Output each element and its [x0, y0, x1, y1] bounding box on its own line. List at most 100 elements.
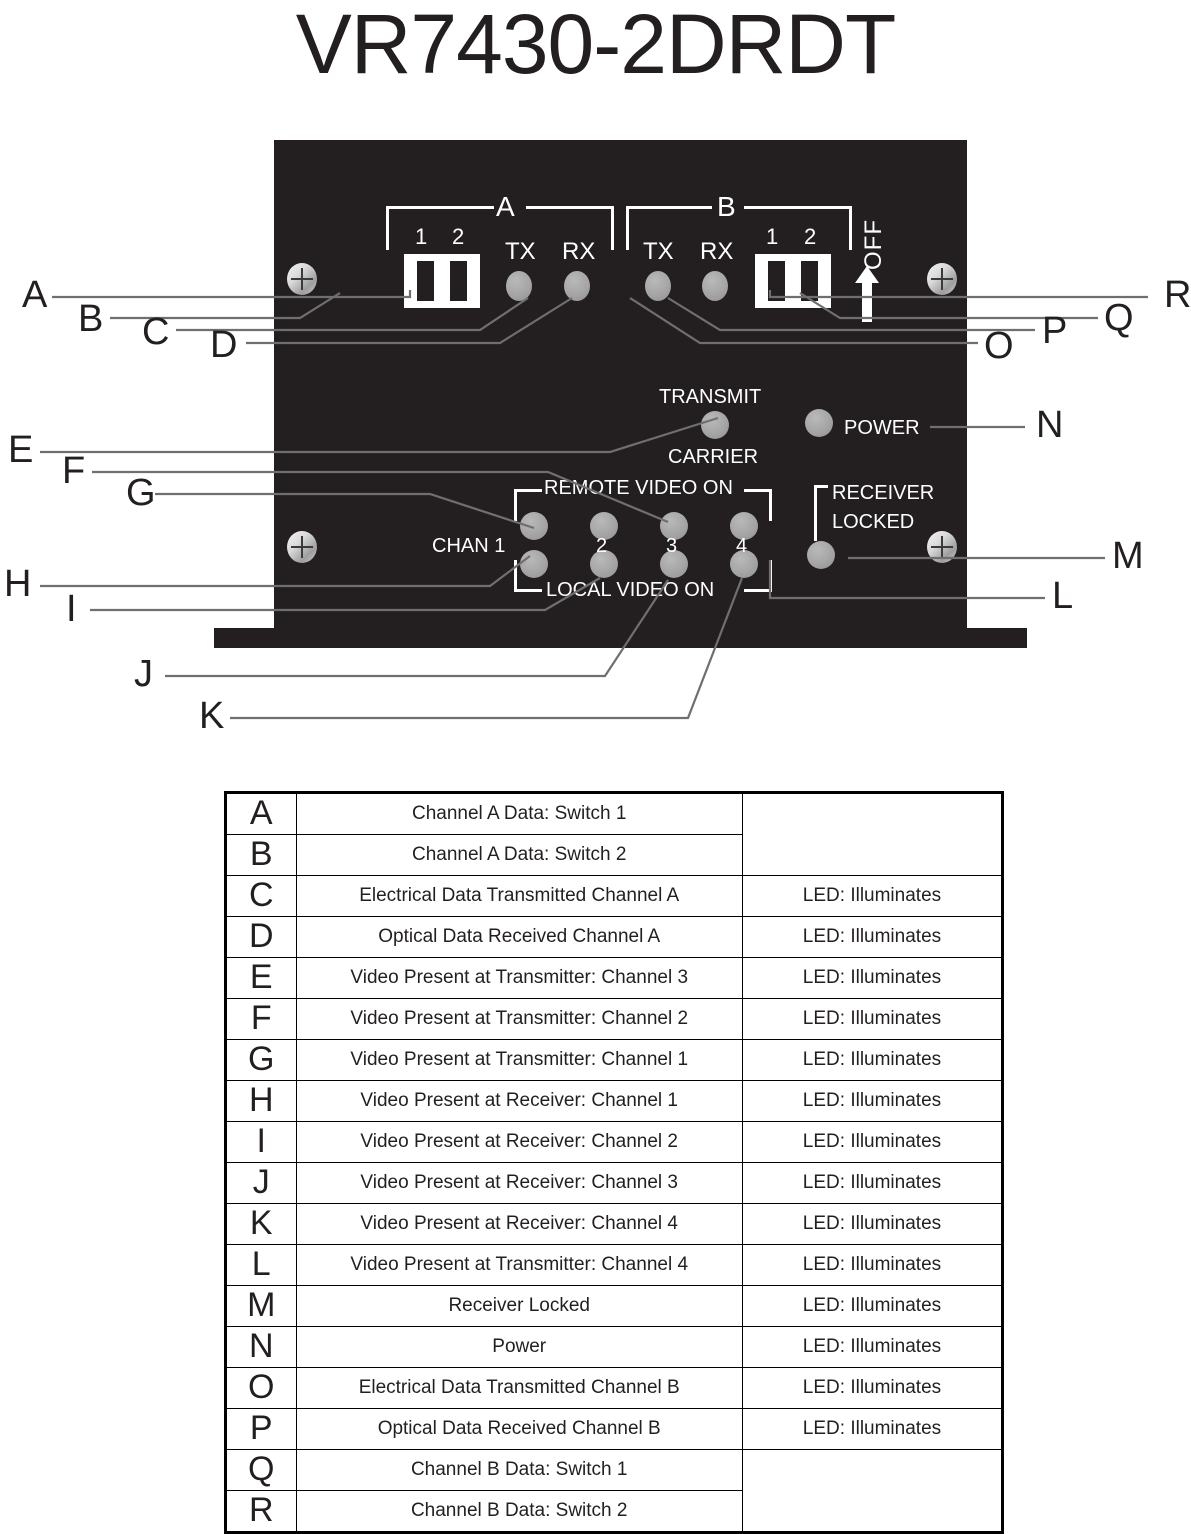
legend-led-note: LED: Illuminates	[741, 875, 1004, 917]
receiver-locked-led	[807, 541, 835, 569]
group-a-bracket-top-left	[386, 206, 494, 209]
legend-led-note: LED: Illuminates	[741, 1121, 1004, 1163]
legend-description: Video Present at Transmitter: Channel 3	[295, 957, 743, 999]
callout-a: A	[22, 274, 48, 316]
callout-i: I	[66, 588, 77, 630]
tx-led-b	[645, 271, 671, 301]
callout-o: O	[984, 325, 1014, 367]
callout-f: F	[62, 450, 86, 492]
legend-description: Channel A Data: Switch 1	[295, 792, 743, 835]
table-row: J Video Present at Receiver: Channel 3 LED…	[225, 1162, 1004, 1204]
switch-b-num-1: 1	[766, 224, 779, 249]
legend-table-body: A Channel A Data: Switch 1 B Channel A Data…	[225, 792, 1004, 1533]
group-b-bracket-top-right	[744, 206, 852, 209]
legend-led-note: LED: Illuminates	[741, 1203, 1004, 1245]
table-row: M Receiver Locked LED: Illuminates	[225, 1285, 1004, 1327]
chan-3-label: 3	[666, 535, 678, 557]
rx-label-a: RX	[562, 238, 596, 265]
local-video-bracket-left-v	[514, 560, 517, 592]
screw-bottom-right	[927, 531, 957, 563]
callout-q: Q	[1104, 297, 1134, 339]
legend-description: Video Present at Transmitter: Channel 1	[295, 1039, 743, 1081]
legend-table: A Channel A Data: Switch 1 B Channel A Data…	[224, 791, 1004, 1534]
legend-description: Channel B Data: Switch 1	[295, 1449, 743, 1491]
chan-1-label: CHAN 1	[432, 535, 506, 557]
legend-description: Channel A Data: Switch 2	[295, 834, 743, 876]
legend-key: O	[225, 1367, 297, 1409]
group-b-bracket-right	[849, 206, 852, 250]
page-title: VR7430-2DRDT	[295, 0, 897, 91]
legend-led-note: LED: Illuminates	[741, 957, 1004, 999]
local-video-bracket-right-v	[769, 560, 772, 592]
callout-p: P	[1042, 310, 1068, 352]
rx-label-b: RX	[700, 238, 734, 265]
callout-h: H	[4, 563, 32, 605]
tx-label-b: TX	[643, 238, 674, 265]
chan-2-label: 2	[596, 535, 608, 557]
remote-video-bracket-left-h	[514, 489, 542, 492]
callout-m: M	[1112, 535, 1144, 577]
local-video-label: LOCAL VIDEO ON	[546, 579, 715, 601]
legend-key: F	[225, 998, 297, 1040]
legend-description: Video Present at Receiver: Channel 1	[295, 1080, 743, 1122]
legend-led-note: LED: Illuminates	[741, 1080, 1004, 1122]
dip-switch-b-slot-1[interactable]	[768, 261, 785, 301]
callout-l: L	[1052, 575, 1074, 617]
legend-key: G	[225, 1039, 297, 1081]
legend-description: Video Present at Receiver: Channel 3	[295, 1162, 743, 1204]
off-arrow-icon	[855, 266, 879, 322]
dip-switch-a-slot-1[interactable]	[417, 261, 434, 301]
legend-description: Video Present at Transmitter: Channel 4	[295, 1244, 743, 1286]
legend-key: C	[225, 875, 297, 917]
legend-description: Video Present at Transmitter: Channel 2	[295, 998, 743, 1040]
group-b-label: B	[717, 191, 736, 222]
legend-description: Video Present at Receiver: Channel 2	[295, 1121, 743, 1163]
legend-description: Electrical Data Transmitted Channel B	[295, 1367, 743, 1409]
group-b-bracket-left	[626, 206, 629, 250]
legend-led-note: LED: Illuminates	[741, 998, 1004, 1040]
legend-key: I	[225, 1121, 297, 1163]
callout-b: B	[78, 298, 104, 340]
legend-led-note: LED: Illuminates	[741, 1408, 1004, 1450]
table-row: K Video Present at Receiver: Channel 4 LED…	[225, 1203, 1004, 1245]
receiver-locked-bracket-h	[814, 485, 828, 488]
callout-e: E	[8, 429, 34, 471]
legend-led-note: LED: Illuminates	[741, 916, 1004, 958]
tx-led-a	[506, 271, 532, 301]
table-row: P Optical Data Received Channel B LED: Ill…	[225, 1408, 1004, 1450]
receiver-locked-bracket-v	[814, 485, 817, 541]
dip-switch-channel-a[interactable]	[404, 254, 480, 308]
group-a-label: A	[496, 191, 515, 222]
dip-switch-channel-b[interactable]	[755, 254, 831, 308]
local-video-led-1	[520, 550, 548, 578]
legend-key: A	[225, 792, 297, 835]
local-video-bracket-left-h	[514, 589, 542, 592]
group-a-bracket-top-right	[526, 206, 614, 209]
legend-led-note	[741, 1449, 1004, 1533]
screw-top-left	[287, 263, 317, 295]
table-row: H Video Present at Receiver: Channel 1 LED…	[225, 1080, 1004, 1122]
legend-key: Q	[225, 1449, 297, 1491]
callout-k: K	[199, 695, 225, 737]
callout-r: R	[1164, 274, 1191, 316]
power-label: POWER	[844, 417, 920, 439]
legend-description: Receiver Locked	[295, 1285, 743, 1327]
remote-video-led-1	[520, 512, 548, 540]
table-row: F Video Present at Transmitter: Channel 2…	[225, 998, 1004, 1040]
legend-key: L	[225, 1244, 297, 1286]
group-a-bracket-right	[611, 206, 614, 250]
legend-description: Power	[295, 1326, 743, 1368]
legend-key: N	[225, 1326, 297, 1368]
callout-j: J	[134, 653, 153, 695]
chan-4-label: 4	[736, 535, 748, 557]
legend-description: Electrical Data Transmitted Channel A	[295, 875, 743, 917]
remote-video-label: REMOTE VIDEO ON	[544, 477, 733, 499]
locked-label: LOCKED	[832, 511, 915, 533]
dip-switch-a-slot-2[interactable]	[450, 261, 467, 301]
transmit-carrier-led	[701, 411, 729, 439]
power-led	[805, 409, 833, 437]
dip-switch-b-slot-2[interactable]	[801, 261, 818, 301]
legend-key: M	[225, 1285, 297, 1327]
switch-a-num-1: 1	[415, 224, 428, 249]
legend-description: Optical Data Received Channel A	[295, 916, 743, 958]
